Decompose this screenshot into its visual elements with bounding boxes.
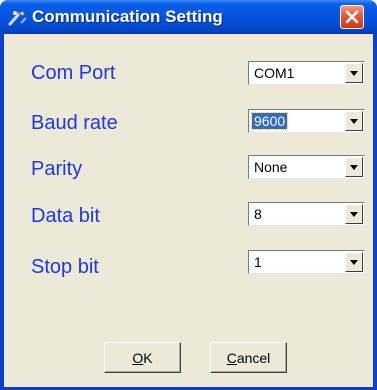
baud-rate-dropdown-button[interactable] xyxy=(345,111,363,131)
chevron-down-icon xyxy=(350,260,358,265)
baud-rate-value: 9600 xyxy=(250,112,289,130)
parity-value: None xyxy=(254,159,288,175)
chevron-down-icon xyxy=(350,212,358,217)
close-icon xyxy=(345,10,359,24)
stop-bit-select[interactable]: 1 xyxy=(248,250,365,274)
data-bit-select[interactable]: 8 xyxy=(248,202,365,226)
com-port-select[interactable]: COM1 xyxy=(248,61,365,85)
chevron-down-icon xyxy=(350,119,358,124)
ok-label-rest: K xyxy=(143,349,153,366)
data-bit-label: Data bit xyxy=(31,205,100,227)
data-bit-value: 8 xyxy=(254,206,262,222)
data-bit-dropdown-button[interactable] xyxy=(345,204,363,224)
chevron-down-icon xyxy=(350,165,358,170)
communication-setting-dialog: Communication Setting Com Port COM1 Baud… xyxy=(0,0,377,390)
title-bar[interactable]: Communication Setting xyxy=(0,0,377,34)
parity-select[interactable]: None xyxy=(248,155,365,179)
baud-rate-select[interactable]: 9600 xyxy=(248,109,365,133)
tools-icon xyxy=(8,10,27,26)
close-button[interactable] xyxy=(340,5,364,29)
stop-bit-label: Stop bit xyxy=(31,256,99,278)
cancel-mnemonic: C xyxy=(226,349,237,366)
dialog-body: Com Port COM1 Baud rate 9600 Parity None… xyxy=(4,34,373,387)
ok-button[interactable]: OK xyxy=(104,342,181,373)
stop-bit-value: 1 xyxy=(254,254,262,270)
parity-dropdown-button[interactable] xyxy=(345,157,363,177)
cancel-label-rest: ancel xyxy=(236,349,271,366)
com-port-value: COM1 xyxy=(254,65,295,81)
window-title: Communication Setting xyxy=(32,7,223,26)
chevron-down-icon xyxy=(350,71,358,76)
com-port-dropdown-button[interactable] xyxy=(345,63,363,83)
ok-mnemonic: O xyxy=(132,349,144,366)
com-port-label: Com Port xyxy=(31,62,116,84)
stop-bit-dropdown-button[interactable] xyxy=(345,252,363,272)
baud-rate-label: Baud rate xyxy=(31,112,118,134)
cancel-button[interactable]: Cancel xyxy=(210,342,287,373)
parity-label: Parity xyxy=(31,158,83,180)
